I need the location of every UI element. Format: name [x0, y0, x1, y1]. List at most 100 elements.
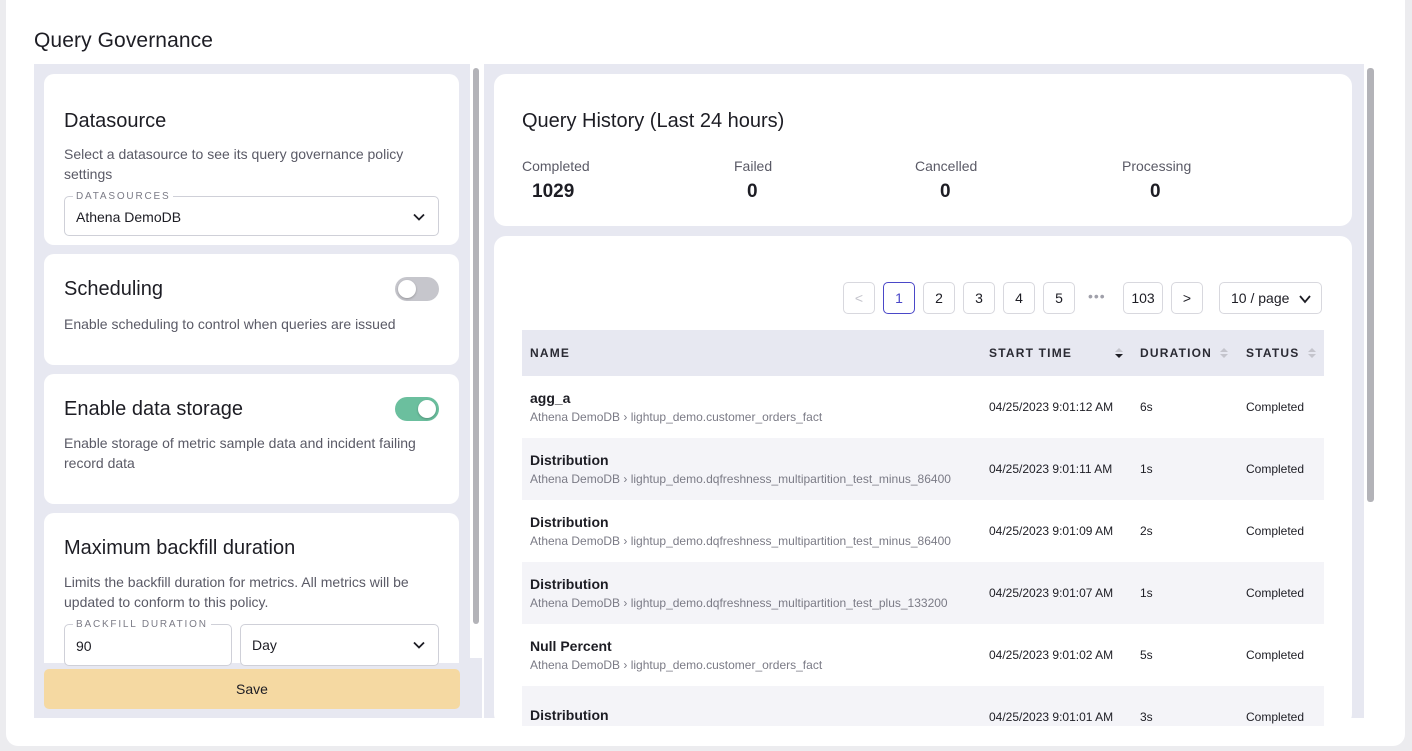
- backfill-description: Limits the backfill duration for metrics…: [64, 574, 409, 610]
- column-header-label: DURATION: [1140, 346, 1213, 360]
- stat-label: Cancelled: [915, 158, 978, 174]
- column-header-status[interactable]: STATUS: [1238, 330, 1324, 376]
- app-window: Query Governance Datasource Select a dat…: [6, 0, 1405, 746]
- query-status: Completed: [1246, 462, 1305, 476]
- backfill-unit-select[interactable]: Day: [240, 624, 439, 666]
- datasource-select[interactable]: DATASOURCES Athena DemoDB: [64, 191, 439, 236]
- query-path: Athena DemoDB › lightup_demo.dqfreshness…: [530, 534, 951, 548]
- page-5-button[interactable]: 5: [1043, 282, 1075, 314]
- data-storage-card: Enable data storage Enable storage of me…: [44, 374, 459, 504]
- query-name[interactable]: Distribution: [530, 707, 981, 723]
- query-start-time: 04/25/2023 9:01:02 AM: [989, 648, 1114, 662]
- page-title: Query Governance: [34, 29, 214, 52]
- scheduling-description: Enable scheduling to control when querie…: [64, 316, 396, 332]
- chevron-down-icon: [413, 213, 425, 221]
- page-size-value: 10 / page: [1231, 290, 1290, 306]
- query-path: Athena DemoDB › lightup_demo.customer_or…: [530, 658, 823, 672]
- table-row[interactable]: Distribution Athena DemoDB › lightup_demo…: [522, 500, 1324, 562]
- query-name[interactable]: Distribution: [530, 576, 981, 592]
- data-storage-description: Enable storage of metric sample data and…: [64, 435, 416, 471]
- table-row[interactable]: Distribution Athena DemoDB › lightup_demo…: [522, 562, 1324, 624]
- datasource-title: Datasource: [64, 110, 167, 132]
- query-path: Athena DemoDB › lightup_demo.dqfreshness…: [530, 472, 951, 486]
- table-row[interactable]: Distribution 04/25/2023 9:01:01 AM 3s Co…: [522, 686, 1324, 726]
- sort-icon[interactable]: [1220, 347, 1228, 359]
- query-history-title: Query History (Last 24 hours): [522, 110, 785, 132]
- stat-label: Failed: [734, 158, 773, 174]
- backfill-duration-input[interactable]: BACKFILL DURATION 90: [64, 619, 232, 666]
- column-header-start-time[interactable]: START TIME: [981, 330, 1132, 376]
- stat-completed: Completed 1029: [522, 158, 590, 203]
- column-header-label: NAME: [530, 346, 571, 360]
- table-header-row: NAME START TIME DURATION STATUS: [522, 330, 1324, 376]
- query-name[interactable]: agg_a: [530, 390, 981, 406]
- query-status: Completed: [1246, 400, 1305, 414]
- data-storage-toggle[interactable]: [395, 397, 439, 421]
- query-duration: 3s: [1140, 710, 1153, 724]
- stat-value: 0: [747, 181, 758, 202]
- query-path: Athena DemoDB › lightup_demo.customer_or…: [530, 410, 823, 424]
- scheduling-title: Scheduling: [64, 278, 163, 300]
- query-start-time: 04/25/2023 9:01:07 AM: [989, 586, 1114, 600]
- history-scrollbar-thumb[interactable]: [1367, 68, 1374, 502]
- column-header-duration[interactable]: DURATION: [1132, 330, 1238, 376]
- column-header-label: START TIME: [989, 346, 1073, 360]
- save-button[interactable]: Save: [44, 669, 460, 709]
- backfill-card: Maximum backfill duration Limits the bac…: [44, 513, 459, 666]
- backfill-unit-value: Day: [252, 637, 277, 653]
- query-history-panel: Query History (Last 24 hours) Completed …: [484, 64, 1377, 726]
- column-header-label: STATUS: [1246, 346, 1300, 360]
- stat-failed: Failed 0: [734, 158, 772, 203]
- policy-settings-panel: Datasource Select a datasource to see it…: [34, 64, 482, 718]
- query-status: Completed: [1246, 648, 1305, 662]
- datasource-selected-value: Athena DemoDB: [76, 209, 182, 225]
- query-duration: 6s: [1140, 400, 1153, 414]
- query-name[interactable]: Distribution: [530, 514, 981, 530]
- query-start-time: 04/25/2023 9:01:09 AM: [989, 524, 1114, 538]
- page-1-button[interactable]: 1: [883, 282, 915, 314]
- pagination: < 1 2 3 4 5 ••• 103 > 10 / page: [494, 282, 1352, 314]
- pagination-ellipsis[interactable]: •••: [1088, 288, 1106, 304]
- stat-cancelled: Cancelled 0: [915, 158, 977, 203]
- scheduling-toggle[interactable]: [395, 277, 439, 301]
- datasource-field-label: DATASOURCES: [73, 191, 174, 202]
- stat-value: 1029: [532, 181, 575, 202]
- chevron-down-icon: [1299, 295, 1311, 304]
- query-start-time: 04/25/2023 9:01:12 AM: [989, 400, 1114, 414]
- sort-icon[interactable]: [1115, 347, 1123, 359]
- sort-icon[interactable]: [1308, 347, 1316, 359]
- query-history-table: NAME START TIME DURATION STATUS agg_a At…: [522, 330, 1324, 726]
- query-path: Athena DemoDB › lightup_demo.dqfreshness…: [530, 596, 948, 610]
- stat-label: Processing: [1122, 158, 1192, 174]
- data-storage-title: Enable data storage: [64, 398, 244, 420]
- stat-label: Completed: [522, 158, 590, 174]
- datasource-card: Datasource Select a datasource to see it…: [44, 74, 459, 245]
- page-3-button[interactable]: 3: [963, 282, 995, 314]
- scheduling-card: Scheduling Enable scheduling to control …: [44, 254, 459, 365]
- query-duration: 1s: [1140, 462, 1153, 476]
- page-4-button[interactable]: 4: [1003, 282, 1035, 314]
- query-history-summary: Query History (Last 24 hours) Completed …: [494, 74, 1352, 226]
- table-row[interactable]: Distribution Athena DemoDB › lightup_demo…: [522, 438, 1324, 500]
- query-name[interactable]: Distribution: [530, 452, 981, 468]
- query-start-time: 04/25/2023 9:01:11 AM: [989, 462, 1113, 476]
- datasource-description: Select a datasource to see its query gov…: [64, 146, 404, 182]
- query-name[interactable]: Null Percent: [530, 638, 981, 654]
- prev-page-button[interactable]: <: [843, 282, 875, 314]
- toggle-knob: [398, 280, 416, 298]
- last-page-button[interactable]: 103: [1123, 282, 1163, 314]
- query-duration: 5s: [1140, 648, 1153, 662]
- query-start-time: 04/25/2023 9:01:01 AM: [989, 710, 1114, 724]
- stat-value: 0: [940, 181, 951, 202]
- page-2-button[interactable]: 2: [923, 282, 955, 314]
- table-row[interactable]: Null Percent Athena DemoDB › lightup_demo…: [522, 624, 1324, 686]
- query-status: Completed: [1246, 586, 1305, 600]
- settings-scrollbar-thumb[interactable]: [473, 68, 479, 624]
- stat-value: 0: [1150, 181, 1161, 202]
- query-history-table-card: < 1 2 3 4 5 ••• 103 > 10 / page NAME STA…: [494, 236, 1352, 726]
- page-size-select[interactable]: 10 / page: [1219, 282, 1322, 314]
- table-row[interactable]: agg_a Athena DemoDB › lightup_demo.custom…: [522, 376, 1324, 438]
- next-page-button[interactable]: >: [1171, 282, 1203, 314]
- column-header-name: NAME: [522, 330, 981, 376]
- query-duration: 2s: [1140, 524, 1153, 538]
